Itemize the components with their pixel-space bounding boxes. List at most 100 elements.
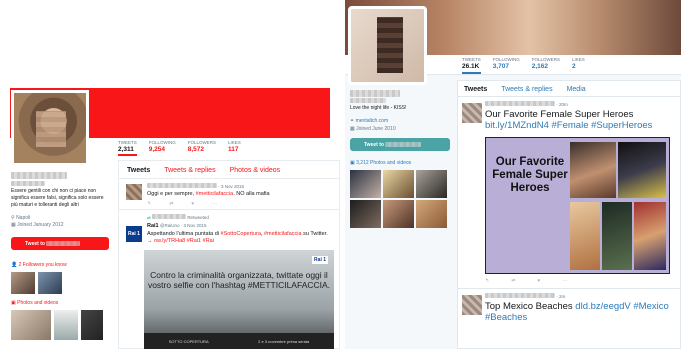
tweet-text: Our Favorite Female Super Heroes bit.ly/1… <box>485 109 653 131</box>
retweet-label: ⇄ Retweeted <box>147 214 209 220</box>
tweet-to-button[interactable]: Tweet to <box>350 138 450 151</box>
retweet-icon[interactable]: ⇄ <box>169 201 173 207</box>
tab-tweets-and-replies[interactable]: Tweets & replies <box>164 167 215 174</box>
stat-tweets[interactable]: TWEETS 26.1K <box>462 56 481 74</box>
tweet-to-button[interactable]: Tweet to <box>11 237 109 250</box>
left-profile-screenshot: TWEETS 2,311 FOLLOWING 9,254 FOLLOWERS 8,57… <box>0 0 340 349</box>
photo-thumbnail[interactable] <box>383 170 414 198</box>
stat-following[interactable]: FOLLOWING 9,254 <box>149 138 176 156</box>
website-link[interactable]: mentaltch.com <box>356 118 389 124</box>
hashtag-link[interactable]: #metticilafaccia <box>264 231 302 237</box>
location: ⚲ Napoli <box>11 215 31 221</box>
tab-media[interactable]: Media <box>567 86 586 93</box>
retweet[interactable]: ⇄ Retweeted Rai 1 Rai1 @RaiUno · 3 Nov 2… <box>119 210 339 247</box>
profile-name <box>11 172 67 181</box>
calendar-icon: ▦ <box>350 126 355 132</box>
profile-bio: Essere gentili con chi non ci piace non … <box>11 188 104 208</box>
retweet-icon[interactable]: ⇄ <box>511 278 515 284</box>
tab-tweets-and-replies[interactable]: Tweets & replies <box>501 86 552 93</box>
poster-title: Our Favorite Female Super Heroes <box>492 156 568 194</box>
tweet-timeline: Tweets Tweets & replies Media · 20m Our … <box>457 80 681 349</box>
photo-thumbnails <box>11 310 103 340</box>
tweet-text: Oggi e per sempre, #metticilafaccia. NO … <box>147 191 270 197</box>
stat-followers[interactable]: FOLLOWERS 8,572 <box>188 138 216 156</box>
photo-thumbnail[interactable] <box>350 170 381 198</box>
hashtag-link[interactable]: #metticilafaccia <box>196 191 234 197</box>
hero-photo <box>618 142 666 198</box>
photo-grid <box>350 170 447 228</box>
tab-photos-videos[interactable]: Photos & videos <box>230 167 281 174</box>
photo-icon: ▣ <box>11 300 16 306</box>
rai1-avatar[interactable]: Rai 1 <box>126 226 142 242</box>
photos-and-videos-link[interactable]: ▣ Photos and videos <box>11 300 58 306</box>
photo-thumbnail[interactable] <box>54 310 78 340</box>
media-caption: Contro la criminalità organizzata, twitt… <box>147 270 331 290</box>
tweet-avatar[interactable] <box>126 184 142 200</box>
tweet-actions: ↰ ⇄ ♥ ··· <box>485 278 674 284</box>
photo-icon: ▣ <box>350 160 355 166</box>
profile-handle <box>350 98 386 105</box>
tweet-header: · 2m <box>485 293 674 299</box>
more-icon[interactable]: ··· <box>562 278 567 284</box>
follower-avatar[interactable] <box>38 272 62 294</box>
photo-thumbnail[interactable] <box>416 200 447 228</box>
stat-followers[interactable]: FOLLOWERS 2,162 <box>532 56 560 74</box>
profile-meta: ⚭ mentaltch.com ▦ Joined June 2010 <box>350 117 396 133</box>
photo-thumbnail[interactable] <box>81 310 103 340</box>
media-footer: SOTTO COPERTURA 2 e 3 novembre prima sera… <box>144 333 334 349</box>
link-icon: ⚭ <box>350 118 355 124</box>
tweet-media-image[interactable]: Rai 1 Contro la criminalità organizzata,… <box>144 250 334 349</box>
join-date: ▦ Joined January 2012 <box>11 222 64 228</box>
website: ⚭ mentaltch.com <box>350 117 396 125</box>
tweet-actions: ↰ ⇄ ♥ ··· <box>147 201 331 207</box>
tweet-link[interactable]: bit.ly/1MZndN4 #Female #SuperHeroes <box>485 120 652 131</box>
photo-thumbnail[interactable] <box>350 200 381 228</box>
tweet[interactable]: · 2m Top Mexico Beaches dld.bz/eegdV #Me… <box>458 289 680 325</box>
like-icon[interactable]: ♥ <box>537 278 540 284</box>
people-icon: 👤 <box>11 262 18 268</box>
profile-meta: ⚲ Napoli ▦ Joined January 2012 <box>11 215 64 229</box>
pin-icon: ⚲ <box>11 215 15 221</box>
hero-photo <box>634 202 666 270</box>
more-icon[interactable]: ··· <box>212 201 217 207</box>
tweet-header: · 3 Nov 2015 <box>147 183 331 189</box>
followers-thumbnails <box>11 272 62 294</box>
tweet[interactable]: · 3 Nov 2015 Oggi e per sempre, #mettici… <box>119 179 339 210</box>
tweet-avatar[interactable] <box>462 295 482 315</box>
photo-thumbnail[interactable] <box>383 200 414 228</box>
hero-photo <box>570 202 600 270</box>
profile-avatar[interactable] <box>348 6 427 85</box>
timeline-tabs: Tweets Tweets & replies Media <box>458 81 680 97</box>
tweet-header: Rai1 @RaiUno · 3 Nov 2015 <box>147 223 207 229</box>
follower-avatar[interactable] <box>11 272 35 294</box>
url-link[interactable]: ow.ly/TRHa8 #Rai1 #Rai <box>154 238 214 244</box>
photo-thumbnail[interactable] <box>11 310 51 340</box>
stat-following[interactable]: FOLLOWING 3,707 <box>493 56 520 74</box>
reply-icon[interactable]: ↰ <box>485 278 489 284</box>
retweet-icon: ⇄ <box>147 215 151 220</box>
tweet-text: Aspettando l'ultima puntata di #SottoCop… <box>147 231 328 244</box>
tweet-header: · 20m <box>485 101 674 107</box>
profile-avatar[interactable] <box>11 90 89 166</box>
calendar-icon: ▦ <box>11 222 16 228</box>
stat-tweets[interactable]: TWEETS 2,311 <box>118 138 137 156</box>
tab-tweets[interactable]: Tweets <box>464 86 487 93</box>
profile-handle <box>11 181 45 188</box>
tab-tweets[interactable]: Tweets <box>127 167 150 174</box>
stat-likes[interactable]: LIKES 2 <box>572 56 585 74</box>
tweet-text: Top Mexico Beaches dld.bz/eegdV #Mexico … <box>485 301 669 323</box>
hashtag-link[interactable]: #SottoCopertura <box>221 231 261 237</box>
tweet-avatar[interactable] <box>462 103 482 123</box>
like-icon[interactable]: ♥ <box>191 201 194 207</box>
followers-you-know-link[interactable]: 👤 2 Followers you know <box>11 262 67 268</box>
profile-bio: Love the night life - KISS! <box>350 105 407 111</box>
tweet[interactable]: · 20m Our Favorite Female Super Heroes bi… <box>458 97 680 289</box>
tweet-media-image[interactable]: Our Favorite Female Super Heroes <box>485 137 670 274</box>
photos-and-videos-link[interactable]: ▣ 3,212 Photos and videos <box>350 160 411 166</box>
stat-likes[interactable]: LIKES 117 <box>228 138 241 156</box>
hero-photo <box>570 142 616 198</box>
reply-icon[interactable]: ↰ <box>147 201 151 207</box>
right-profile-screenshot: TWEETS 26.1K FOLLOWING 3,707 FOLLOWERS 2,16… <box>345 0 681 349</box>
photo-thumbnail[interactable] <box>416 170 447 198</box>
profile-stats-nav: TWEETS 2,311 FOLLOWING 9,254 FOLLOWERS 8,57… <box>118 138 241 156</box>
